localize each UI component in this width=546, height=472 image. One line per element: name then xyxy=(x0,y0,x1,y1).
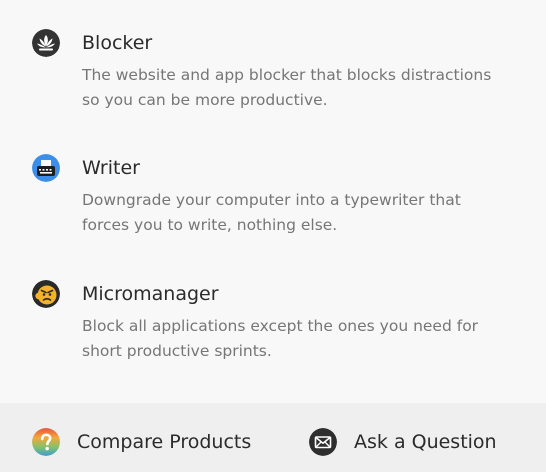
ask-question-label: Ask a Question xyxy=(354,431,497,453)
product-name[interactable]: Blocker xyxy=(82,29,152,57)
product-description: Downgrade your computer into a typewrite… xyxy=(82,191,461,234)
angry-face-icon xyxy=(32,280,60,308)
ask-question-link[interactable]: Ask a Question xyxy=(309,428,529,458)
product-name[interactable]: Micromanager xyxy=(82,280,219,308)
product-name[interactable]: Writer xyxy=(82,154,140,182)
envelope-icon xyxy=(309,428,337,456)
question-icon xyxy=(32,428,60,456)
product-description: The website and app blocker that blocks … xyxy=(82,66,492,109)
compare-products-label: Compare Products xyxy=(77,431,252,453)
footer-bar: Compare Products Ask a Question xyxy=(0,403,546,472)
product-description: Block all applications except the ones y… xyxy=(82,317,479,360)
compare-products-link[interactable]: Compare Products xyxy=(32,428,272,458)
lotus-icon xyxy=(32,29,60,57)
typewriter-icon xyxy=(32,154,60,182)
